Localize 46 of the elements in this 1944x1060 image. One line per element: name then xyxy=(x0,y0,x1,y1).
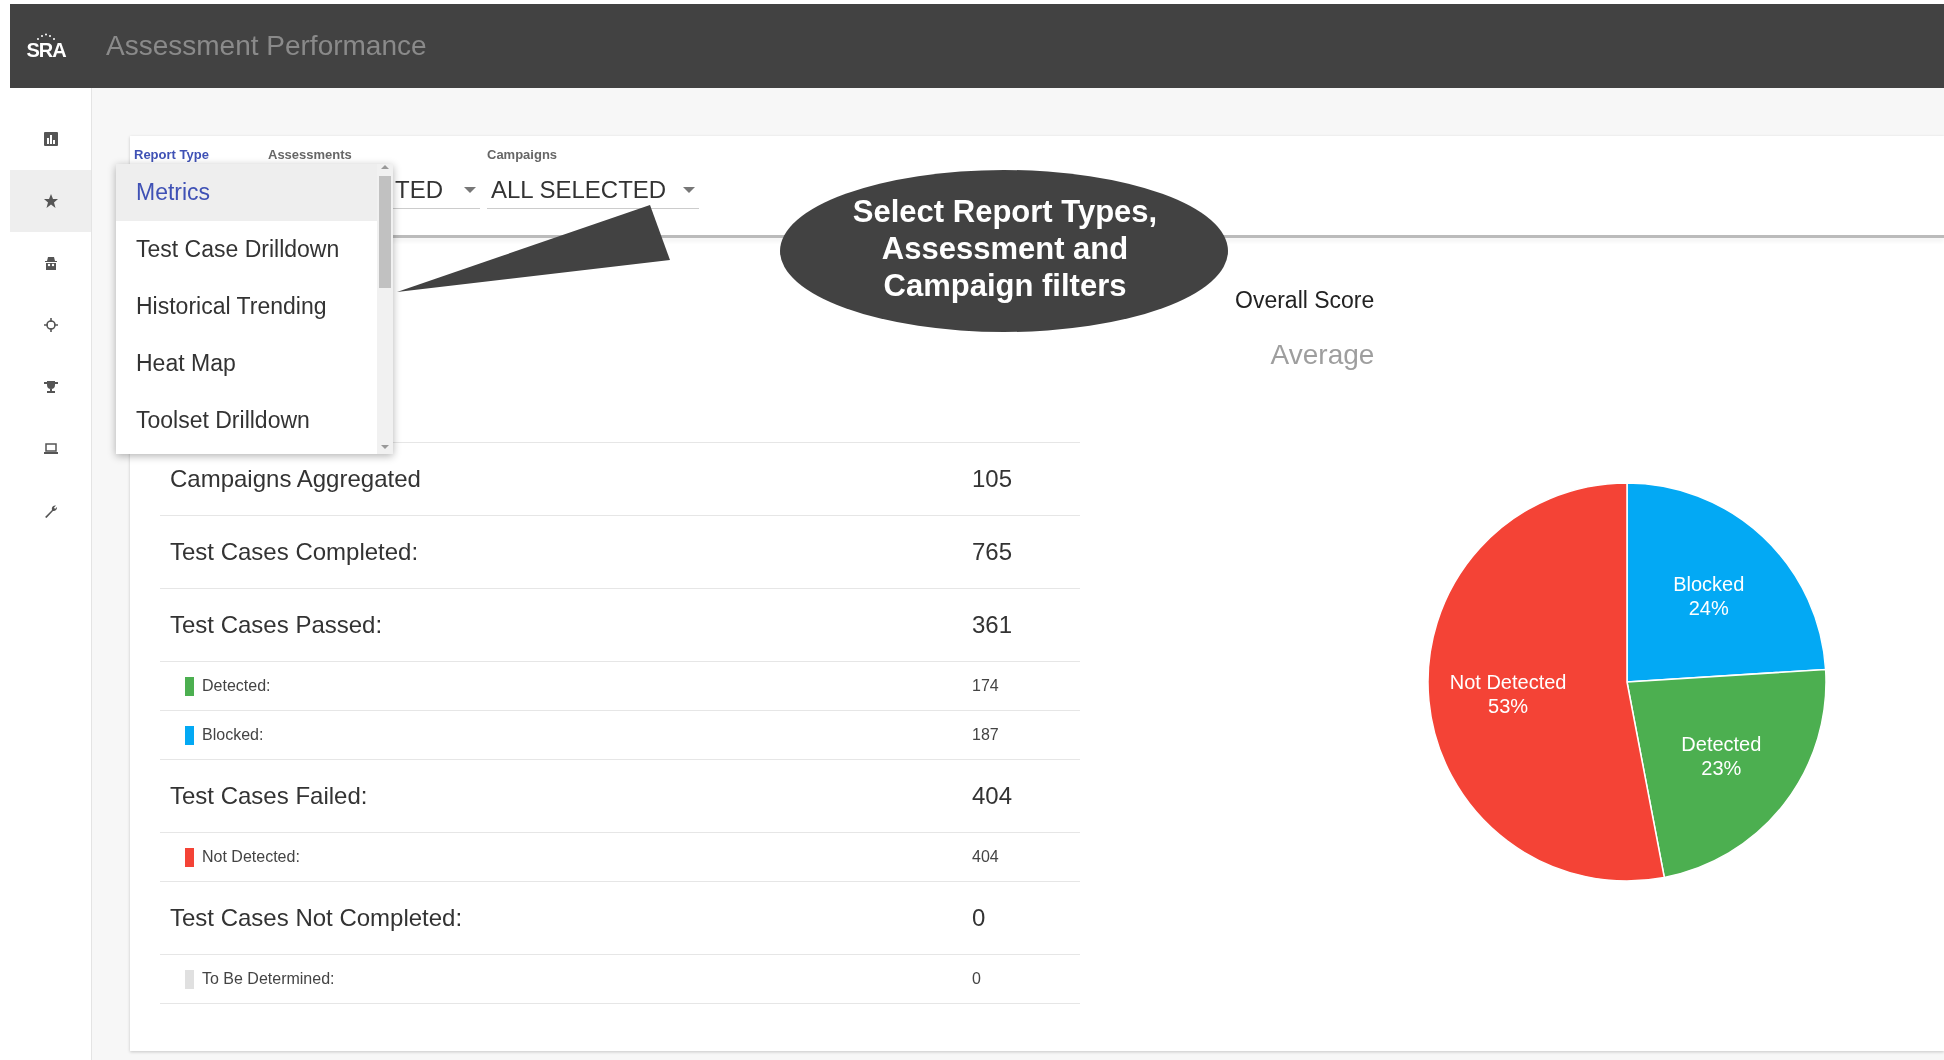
spy-icon xyxy=(42,255,59,271)
metric-value: 105 xyxy=(972,464,1013,494)
metric-value: 404 xyxy=(972,781,1013,811)
scrollbar[interactable] xyxy=(377,164,393,454)
logo-text: SRA xyxy=(26,39,66,60)
slice-label: Detected xyxy=(1681,732,1762,755)
page-title: Assessment Performance xyxy=(106,29,427,63)
metric-label: Test Cases Completed: xyxy=(170,537,419,567)
chart-icon xyxy=(42,131,59,147)
scroll-down-icon[interactable] xyxy=(381,444,389,450)
metric-label: Test Cases Passed: xyxy=(170,610,383,640)
metric-label: Blocked: xyxy=(202,725,264,745)
menu-item[interactable]: Metrics xyxy=(116,164,377,221)
score-title: Overall Score xyxy=(1235,286,1376,315)
metric-value: 0 xyxy=(972,969,981,989)
metric-label: Test Cases Not Completed: xyxy=(170,903,463,933)
metric-value: 187 xyxy=(972,725,999,745)
metric-value: 0 xyxy=(972,903,986,933)
laptop-icon xyxy=(42,441,59,457)
metric-value: 174 xyxy=(972,676,999,696)
logo-dots-icon xyxy=(35,32,57,40)
callout-text: Select Report Types, Assessment and Campaign filters xyxy=(851,193,1159,304)
field-label: Report Type xyxy=(134,148,210,161)
scroll-thumb[interactable] xyxy=(379,176,391,288)
metric-label: Test Cases Failed: xyxy=(170,781,368,811)
trophy-icon xyxy=(42,379,59,395)
caret-icon xyxy=(464,186,476,193)
slice-label: Blocked xyxy=(1673,572,1745,595)
star-icon xyxy=(42,193,59,209)
metric-label: Detected: xyxy=(202,676,271,696)
field-label: Campaigns xyxy=(487,148,559,161)
metric-value: 404 xyxy=(972,847,999,867)
metric-value: 765 xyxy=(972,537,1013,567)
slice-label: 53% xyxy=(1488,694,1529,717)
metric-label: Not Detected: xyxy=(202,847,300,867)
crosshair-icon xyxy=(42,317,59,333)
metric-label: To Be Determined: xyxy=(202,969,335,989)
caret-icon xyxy=(683,186,695,193)
field-label: Assessments xyxy=(268,148,353,161)
slice-label: Not Detected xyxy=(1449,670,1567,693)
scroll-up-icon[interactable] xyxy=(381,164,389,170)
metric-value: 361 xyxy=(972,610,1013,640)
score-value: Average xyxy=(1270,337,1375,372)
metric-label: Campaigns Aggregated xyxy=(170,464,421,494)
slice-label: 24% xyxy=(1688,596,1729,619)
slice-label: 23% xyxy=(1701,756,1742,779)
